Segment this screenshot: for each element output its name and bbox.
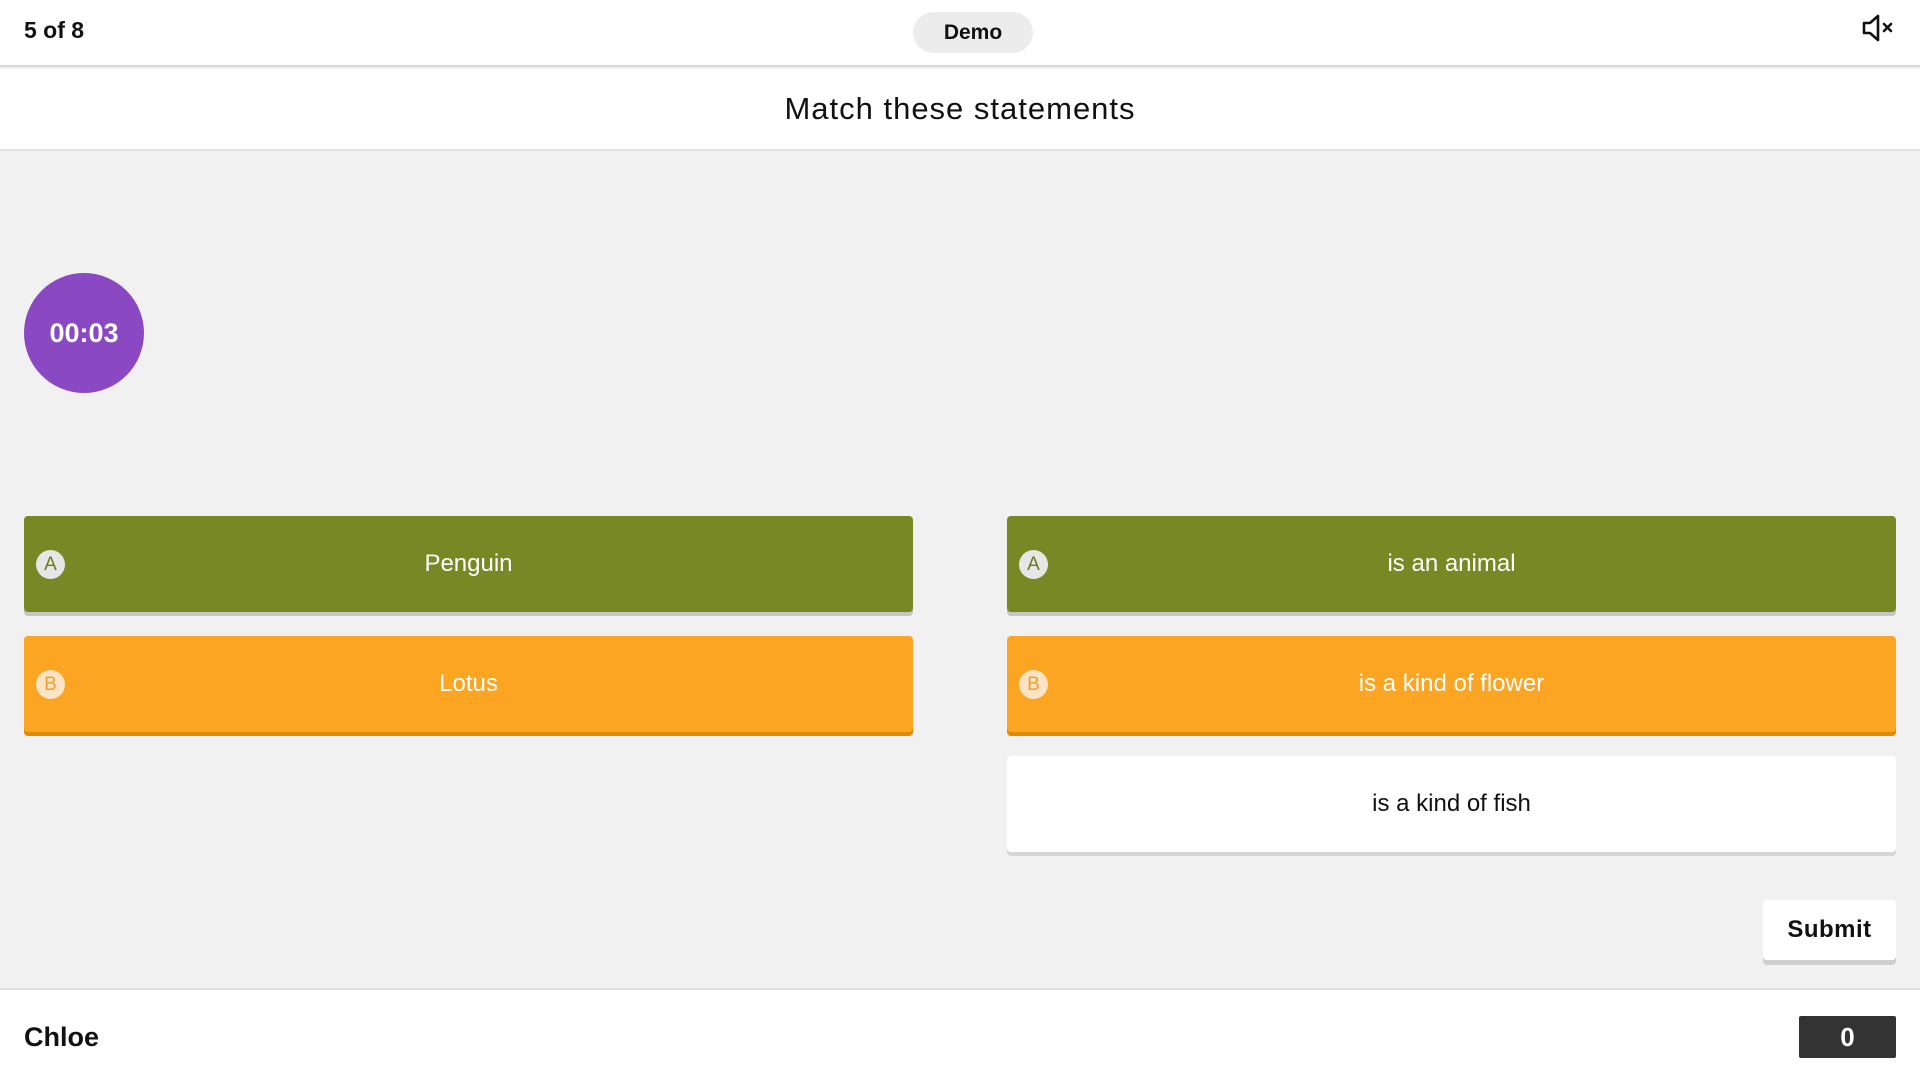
- right-item-unmatched[interactable]: is a kind of fish: [1007, 756, 1896, 852]
- letter-badge-a: A: [36, 550, 65, 579]
- mode-badge: Demo: [913, 12, 1033, 53]
- player-name: Chloe: [24, 1022, 100, 1052]
- question-progress: 5 of 8: [24, 17, 85, 43]
- right-item-label: is a kind of fish: [1372, 790, 1531, 817]
- left-item-label: Lotus: [439, 670, 498, 697]
- volume-muted-icon: [1861, 13, 1895, 48]
- score-counter: 0: [1799, 1016, 1896, 1058]
- left-item-label: Penguin: [424, 550, 513, 577]
- question-banner: Match these statements: [0, 69, 1920, 151]
- top-bar: 5 of 8 Demo: [0, 0, 1920, 67]
- countdown-timer: 00:03: [24, 273, 144, 393]
- right-item-b[interactable]: B is a kind of flower: [1007, 636, 1896, 732]
- letter-badge-b: B: [1019, 670, 1048, 699]
- mute-button[interactable]: [1858, 12, 1898, 48]
- right-item-a[interactable]: A is an animal: [1007, 516, 1896, 612]
- left-item-a[interactable]: A Penguin: [24, 516, 913, 612]
- bottom-bar: Chloe 0: [0, 988, 1920, 1080]
- right-item-label: is an animal: [1387, 550, 1516, 577]
- right-item-label: is a kind of flower: [1358, 670, 1545, 697]
- letter-badge-a: A: [1019, 550, 1048, 579]
- question-title: Match these statements: [784, 91, 1136, 126]
- left-item-b[interactable]: B Lotus: [24, 636, 913, 732]
- letter-badge-b: B: [36, 670, 65, 699]
- submit-button[interactable]: Submit: [1763, 900, 1896, 960]
